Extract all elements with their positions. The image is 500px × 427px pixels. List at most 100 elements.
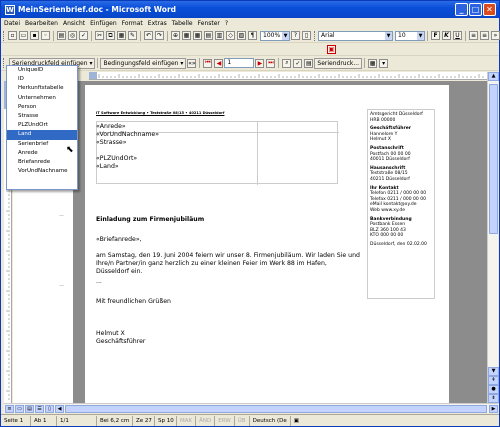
dropdown-item-plzundort[interactable]: PLZUndOrt [7, 121, 77, 130]
menu-format[interactable]: Format [122, 20, 143, 27]
hyperlink-icon[interactable]: ⊕ [171, 31, 180, 40]
toolbar-options-icon[interactable]: ▾ [379, 58, 389, 68]
menu-extras[interactable]: Extras [148, 20, 167, 27]
underline-button[interactable]: U [453, 31, 462, 40]
record-number-input[interactable]: 1 [224, 58, 255, 68]
dropdown-item-uniqueid[interactable]: UniqueID [7, 66, 77, 75]
margin-marker: — [59, 213, 64, 219]
horizontal-ruler[interactable] [89, 72, 487, 80]
print-layout-icon[interactable]: ▤ [25, 404, 34, 413]
dropdown-item-person[interactable]: Person [7, 103, 77, 112]
web-view-icon[interactable]: ▭ [15, 404, 24, 413]
status-track-changes[interactable]: ÄND [196, 415, 216, 426]
toolbar-options-icon[interactable]: » [491, 31, 500, 40]
minimize-button[interactable]: _ [455, 3, 468, 16]
merge-to-printer-icon[interactable]: ▦ [368, 58, 378, 68]
menu-help[interactable]: ? [225, 20, 228, 27]
standard-toolbar: ▫ ▭ ▪ ◦ ▤ ◎ ✓ ✂ ⧉ ▦ ✎ ↶ ↷ ⊕ ▦ ▦ ▤ ▥ ◇ ▨ … [1, 29, 500, 43]
tables-borders-icon[interactable]: ▦ [182, 31, 191, 40]
zoom-select[interactable]: 100% ▼ [260, 30, 290, 41]
address-line: «PLZUndOrt» [96, 155, 138, 162]
help-icon[interactable]: ? [291, 31, 300, 40]
format-painter-icon[interactable]: ✎ [128, 31, 137, 40]
dropdown-item-vorundnachname[interactable]: VorUndNachname [7, 167, 77, 176]
bold-button[interactable]: F [431, 31, 440, 40]
copy-icon[interactable]: ⧉ [106, 31, 115, 40]
status-macro[interactable]: MAK [177, 415, 197, 426]
previous-page-icon[interactable]: ⇞ [488, 376, 499, 385]
print-preview-icon[interactable]: ◎ [68, 31, 77, 40]
merge-fields-toggle-icon[interactable]: «» [187, 58, 197, 68]
font-size-select[interactable]: 10 ▼ [395, 30, 425, 41]
dropdown-item-unternehmen[interactable]: Unternehmen [7, 94, 77, 103]
dropdown-item-id[interactable]: ID [7, 75, 77, 84]
hscroll-thumb[interactable] [65, 404, 487, 413]
menu-ansicht[interactable]: Ansicht [63, 20, 85, 27]
status-language[interactable]: Deutsch (De [250, 415, 291, 426]
italic-button[interactable]: K [442, 31, 451, 40]
check-errors-icon[interactable]: ✓ [293, 58, 303, 68]
save-icon[interactable]: ▪ [30, 31, 39, 40]
spelling-icon[interactable]: ✓ [79, 31, 88, 40]
close-button[interactable]: ✕ [483, 3, 496, 16]
status-extend[interactable]: ERW [215, 415, 235, 426]
menu-bearbeiten[interactable]: Bearbeiten [25, 20, 58, 27]
address-block[interactable]: «Anrede» «VorUndNachname» «Strasse» «PLZ… [96, 123, 159, 171]
next-record-icon[interactable]: ▶ [255, 58, 265, 68]
vertical-scrollbar[interactable]: ▲ ▼ ⇞ ● ⇟ [487, 72, 499, 403]
dropdown-item-strasse[interactable]: Strasse [7, 112, 77, 121]
sender-line: IT Software Entwicklung • Teststraße 08/… [96, 111, 225, 115]
previous-record-icon[interactable]: ◀ [214, 58, 224, 68]
merge-button[interactable]: Seriendruck... [314, 57, 363, 69]
permission-icon[interactable]: ◦ [41, 31, 50, 40]
menu-einfuegen[interactable]: Einfügen [90, 20, 116, 27]
align-left-icon[interactable]: ≡ [469, 31, 478, 40]
read-icon[interactable]: ▯ [302, 31, 311, 40]
word-app-icon[interactable]: W [5, 4, 15, 15]
insert-table-icon[interactable]: ▦ [193, 31, 202, 40]
scroll-left-icon[interactable]: ◀ [55, 404, 64, 413]
merge-to-document-icon[interactable]: ▤ [304, 58, 314, 68]
document-map-icon[interactable]: ▨ [237, 31, 246, 40]
new-document-icon[interactable]: ▫ [8, 31, 17, 40]
browse-object-icon[interactable]: ● [488, 385, 499, 394]
show-hide-icon[interactable]: ¶ [248, 31, 257, 40]
scroll-thumb[interactable] [489, 84, 498, 234]
horizontal-scrollbar[interactable]: ≡ ▭ ▤ ☰ ▯ ◀ ▶ [4, 403, 498, 413]
spelling-status-icon[interactable]: ▣ [291, 416, 302, 426]
letter-body[interactable]: Einladung zum Firmenjubiläum «Briefanred… [96, 216, 361, 346]
next-page-icon[interactable]: ⇟ [488, 394, 499, 403]
menu-datei[interactable]: Datei [4, 20, 20, 27]
redo-icon[interactable]: ↷ [155, 31, 164, 40]
last-record-icon[interactable]: ⏭ [266, 58, 276, 68]
columns-icon[interactable]: ▥ [215, 31, 224, 40]
cut-icon[interactable]: ✂ [95, 31, 104, 40]
undo-icon[interactable]: ↶ [144, 31, 153, 40]
font-select[interactable]: Arial ▼ [318, 30, 393, 41]
dropdown-item-herkunftstabelle[interactable]: Herkunftstabelle [7, 84, 77, 93]
paste-icon[interactable]: ▦ [117, 31, 126, 40]
insert-condition-field-button[interactable]: Bedingungsfeld einfügen ▾ [100, 57, 187, 69]
scroll-down-icon[interactable]: ▼ [488, 367, 499, 376]
normal-view-icon[interactable]: ≡ [5, 404, 14, 413]
drawing-icon[interactable]: ◇ [226, 31, 235, 40]
first-record-icon[interactable]: ⏮ [203, 58, 213, 68]
reading-view-icon[interactable]: ▯ [45, 404, 54, 413]
address-line [96, 147, 159, 155]
print-icon[interactable]: ▤ [57, 31, 66, 40]
insert-excel-icon[interactable]: ▤ [204, 31, 213, 40]
scroll-right-icon[interactable]: ▶ [489, 404, 498, 413]
menu-fenster[interactable]: Fenster [198, 20, 220, 27]
outline-view-icon[interactable]: ☰ [35, 404, 44, 413]
company-info-line: Telefon 0211 / 000 00 00 [370, 191, 427, 197]
find-record-icon[interactable]: ⌕ [282, 58, 292, 68]
maximize-button[interactable]: □ [469, 3, 482, 16]
scroll-up-icon[interactable]: ▲ [488, 72, 499, 81]
dropdown-item-land[interactable]: Land [7, 130, 77, 140]
open-folder-icon[interactable]: ▭ [19, 31, 28, 40]
dropdown-item-briefanrede[interactable]: Briefanrede [7, 158, 77, 167]
menu-tabelle[interactable]: Tabelle [172, 20, 193, 27]
pdf-icon[interactable]: ▣ [327, 44, 336, 54]
status-overtype[interactable]: ÜB [235, 415, 250, 426]
align-center-icon[interactable]: ≡ [480, 31, 489, 40]
